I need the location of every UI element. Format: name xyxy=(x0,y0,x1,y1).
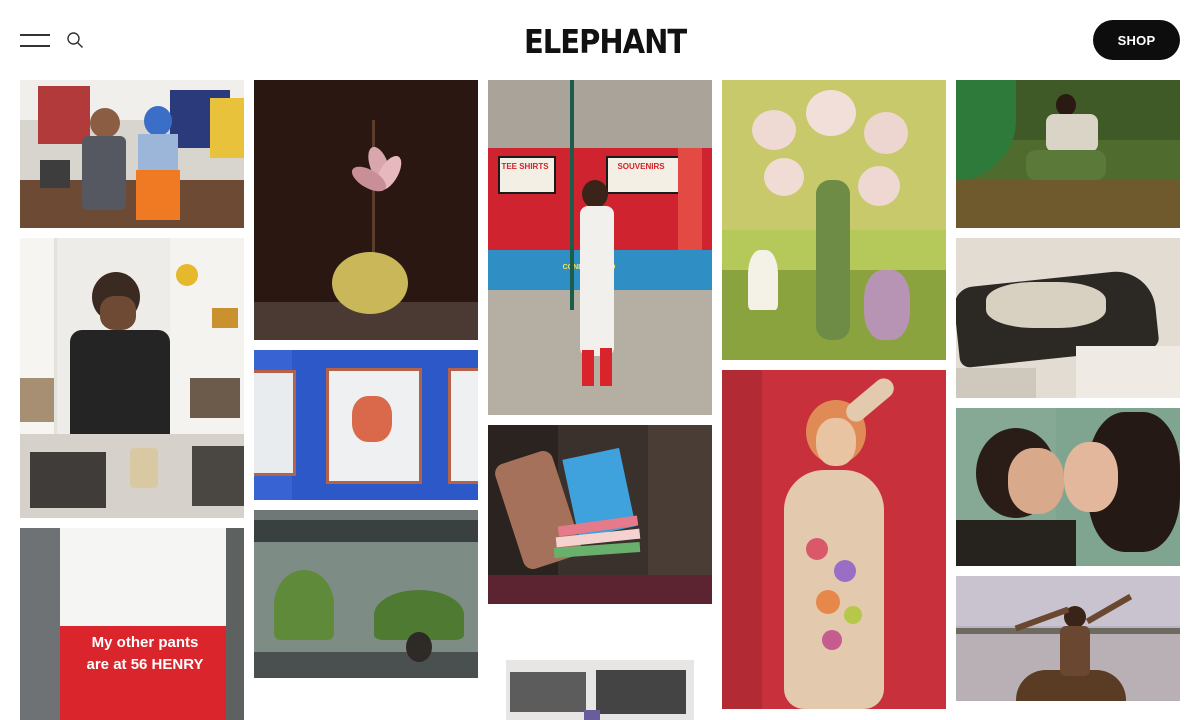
gallery-tile-field-portrait[interactable] xyxy=(956,80,1180,228)
gallery-tile-garlic-tree[interactable] xyxy=(722,80,946,360)
shorts-text-line-1: My other pants xyxy=(91,634,199,651)
gallery-tile-coney-island[interactable]: TEE SHIRTS SOUVENIRS CONEY ISLAND xyxy=(488,80,712,415)
elephant-logo[interactable]: ELEPHANT xyxy=(524,18,687,62)
gallery-tile-red-shorts[interactable]: My other pants are at 56 HENRY xyxy=(20,528,244,720)
gallery-tile-artist-studio[interactable] xyxy=(20,80,244,228)
gallery-tile-flower-still-life[interactable] xyxy=(254,80,478,340)
site-header: ELEPHANT SHOP xyxy=(0,0,1200,80)
search-icon[interactable] xyxy=(66,31,84,49)
sign-souvenirs: SOUVENIRS xyxy=(617,162,665,171)
gallery-tile-framed-prints[interactable] xyxy=(254,350,478,500)
gallery-tile-car-collage[interactable] xyxy=(488,614,712,720)
gallery-tile-floral-nude[interactable] xyxy=(722,370,946,709)
gallery-tile-rope-sculpture[interactable] xyxy=(956,238,1180,398)
sign-tee-shirts: TEE SHIRTS xyxy=(501,162,549,171)
hamburger-menu-icon[interactable] xyxy=(20,33,50,47)
gallery-tile-boat-at-dusk[interactable] xyxy=(956,576,1180,701)
gallery-tile-aquarium-van[interactable] xyxy=(254,510,478,678)
gallery-tile-books-in-hand[interactable] xyxy=(488,425,712,604)
shop-button[interactable]: SHOP xyxy=(1093,20,1180,60)
logo-wordmark: ELEPHANT xyxy=(524,22,687,62)
shorts-text: My other pants are at 56 HENRY xyxy=(50,632,240,676)
gallery-tile-kiss-film-still[interactable] xyxy=(956,408,1180,566)
shorts-text-line-2: are at 56 HENRY xyxy=(86,656,204,673)
gallery-tile-tea-ceremony[interactable] xyxy=(20,238,244,518)
